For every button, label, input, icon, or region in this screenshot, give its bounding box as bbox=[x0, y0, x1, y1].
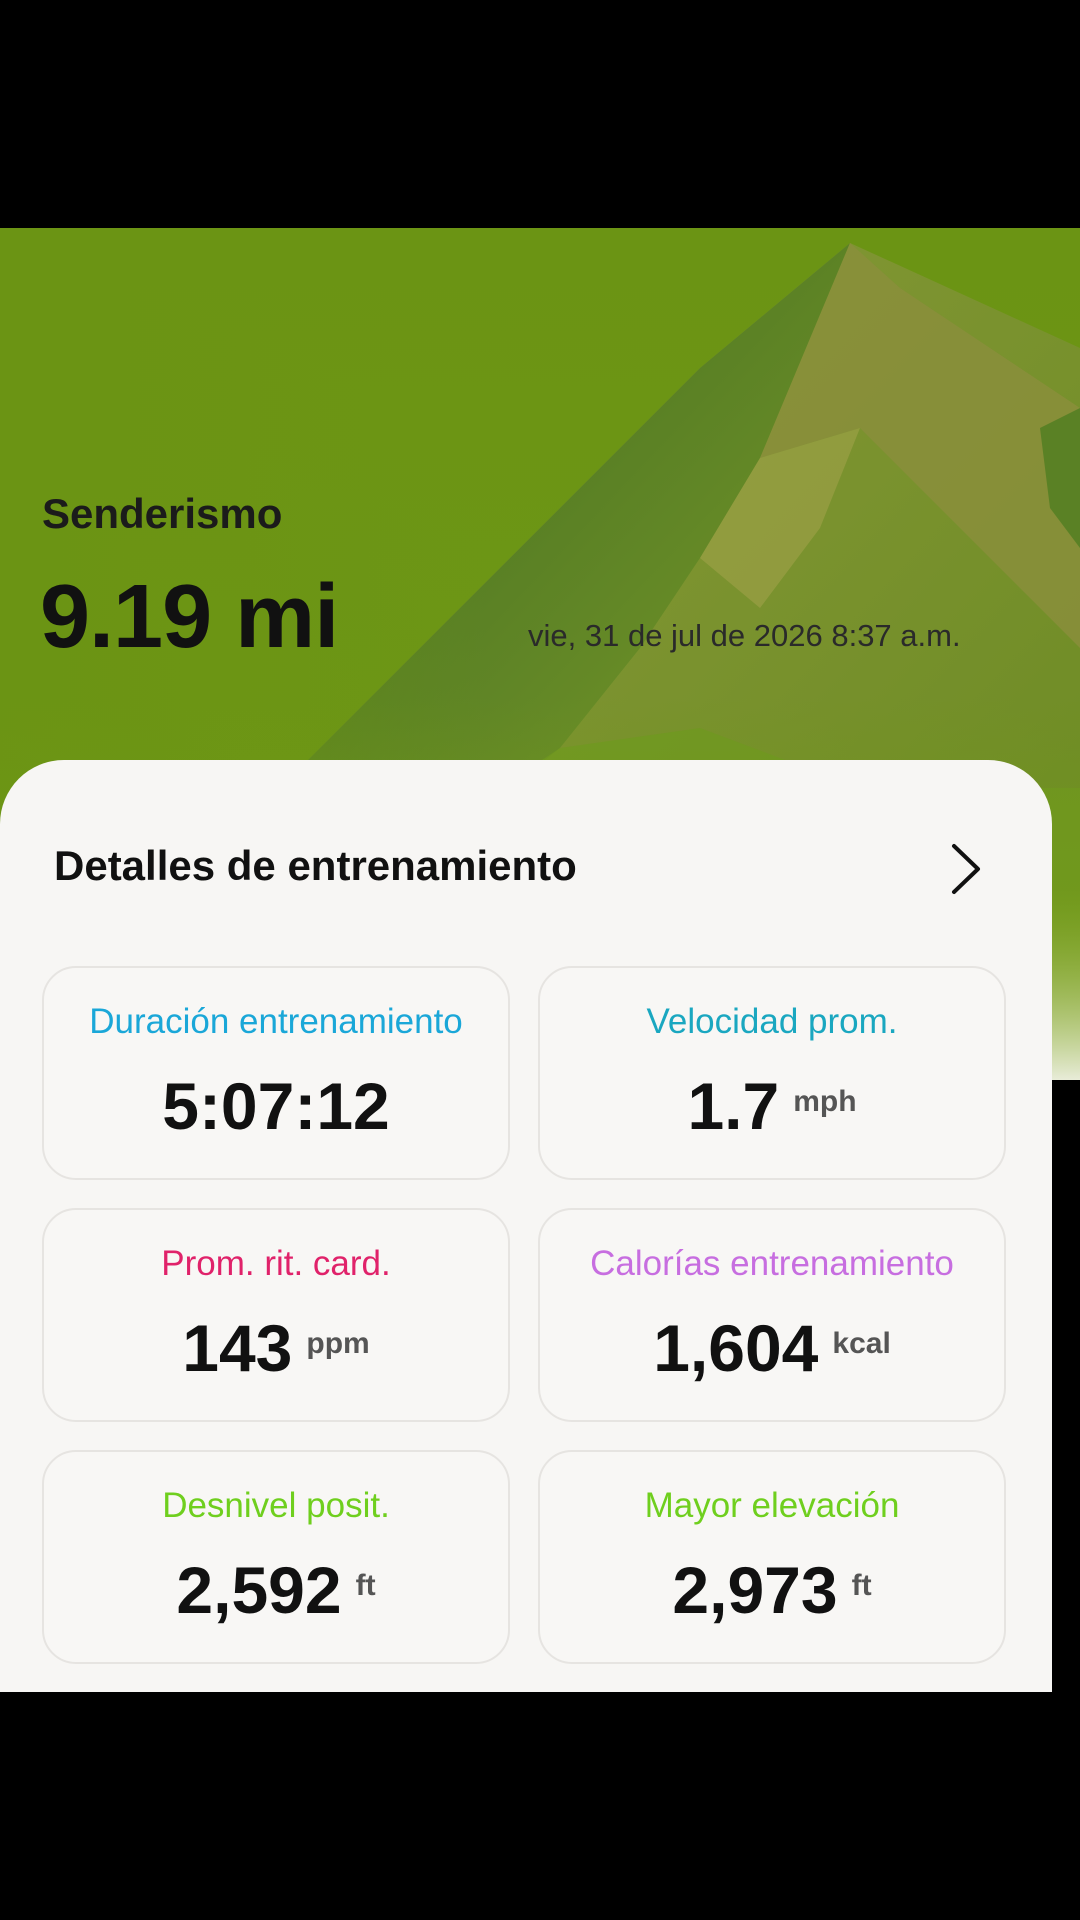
chevron-right-icon[interactable] bbox=[940, 838, 992, 900]
stat-card-avg-speed[interactable]: Velocidad prom. 1.7 mph bbox=[538, 966, 1006, 1180]
stat-value: 2,973 ft bbox=[672, 1553, 872, 1627]
stat-value: 2,592 ft bbox=[176, 1553, 376, 1627]
stat-label: Prom. rit. card. bbox=[161, 1244, 391, 1283]
stat-unit: mph bbox=[793, 1085, 857, 1118]
stat-label: Mayor elevación bbox=[644, 1486, 900, 1525]
distance-value: 9.19 mi bbox=[40, 567, 339, 667]
stat-value: 5:07:12 bbox=[162, 1069, 390, 1143]
workout-details-panel: Detalles de entrenamiento Duración entre… bbox=[0, 760, 1052, 1692]
stat-unit: ppm bbox=[306, 1327, 370, 1360]
bottom-black-area bbox=[0, 1692, 1080, 1920]
stat-card-max-elevation[interactable]: Mayor elevación 2,973 ft bbox=[538, 1450, 1006, 1664]
stat-card-duration[interactable]: Duración entrenamiento 5:07:12 bbox=[42, 966, 510, 1180]
stat-unit: kcal bbox=[832, 1327, 891, 1360]
stat-label: Calorías entrenamiento bbox=[590, 1244, 954, 1283]
stat-label: Duración entrenamiento bbox=[89, 1002, 463, 1041]
stat-value: 143 ppm bbox=[182, 1311, 370, 1385]
details-title: Detalles de entrenamiento bbox=[54, 842, 577, 889]
stat-value: 1.7 mph bbox=[687, 1069, 857, 1143]
stat-label: Velocidad prom. bbox=[646, 1002, 898, 1041]
stat-value: 1,604 kcal bbox=[653, 1311, 891, 1385]
stat-card-avg-heart-rate[interactable]: Prom. rit. card. 143 ppm bbox=[42, 1208, 510, 1422]
workout-datetime: vie, 31 de jul de 2026 8:37 a.m. bbox=[528, 618, 961, 653]
activity-type: Senderismo bbox=[42, 490, 283, 537]
stat-card-calories[interactable]: Calorías entrenamiento 1,604 kcal bbox=[538, 1208, 1006, 1422]
stat-unit: ft bbox=[851, 1569, 872, 1602]
stat-card-elevation-gain[interactable]: Desnivel posit. 2,592 ft bbox=[42, 1450, 510, 1664]
stat-unit: ft bbox=[355, 1569, 376, 1602]
stat-label: Desnivel posit. bbox=[162, 1486, 390, 1525]
